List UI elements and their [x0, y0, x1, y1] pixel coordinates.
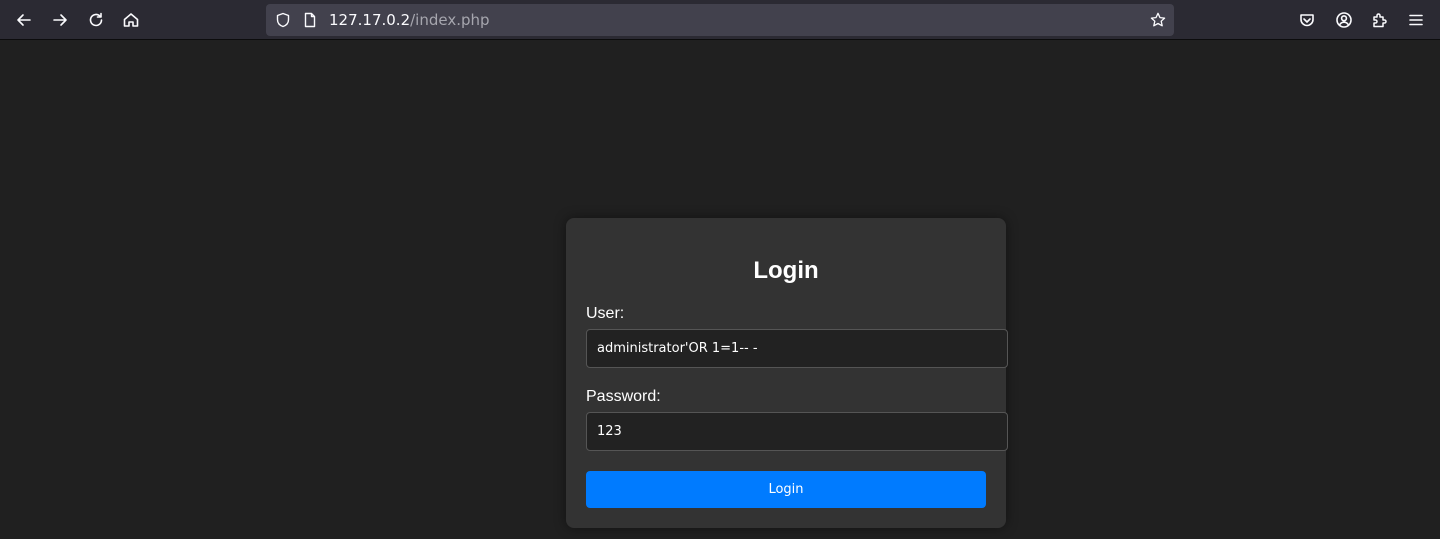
url-host: 127.17.0.2	[329, 11, 411, 29]
home-icon	[123, 13, 139, 27]
url-bar[interactable]: 127.17.0.2/index.php	[266, 4, 1174, 36]
back-icon	[17, 14, 31, 26]
user-label: User:	[586, 305, 625, 322]
star-icon	[1150, 12, 1166, 27]
account-icon	[1336, 12, 1352, 28]
extensions-button[interactable]	[1364, 4, 1396, 36]
login-button[interactable]: Login	[586, 471, 986, 508]
app-menu-button[interactable]	[1400, 4, 1432, 36]
menu-icon	[1409, 14, 1423, 26]
forward-icon	[53, 14, 67, 26]
url-path: /index.php	[410, 11, 490, 29]
reload-icon	[89, 12, 103, 27]
home-button[interactable]	[115, 4, 147, 36]
page-icon	[301, 11, 319, 29]
browser-toolbar: 127.17.0.2/index.php	[0, 0, 1440, 40]
password-label: Password:	[586, 388, 661, 405]
forward-button[interactable]	[44, 4, 76, 36]
pocket-icon	[1300, 14, 1314, 27]
url-text[interactable]: 127.17.0.2/index.php	[329, 4, 490, 36]
reload-button[interactable]	[80, 4, 112, 36]
pocket-button[interactable]	[1291, 4, 1323, 36]
extensions-icon	[1373, 13, 1387, 28]
login-card: Login User: Password: Login	[566, 218, 1008, 528]
user-input[interactable]	[586, 329, 1008, 368]
login-title: Login	[753, 257, 819, 284]
shield-icon[interactable]	[274, 11, 292, 29]
password-input[interactable]	[586, 412, 1008, 451]
back-button[interactable]	[8, 4, 40, 36]
bookmark-star-button[interactable]	[1149, 11, 1167, 29]
account-button[interactable]	[1328, 4, 1360, 36]
